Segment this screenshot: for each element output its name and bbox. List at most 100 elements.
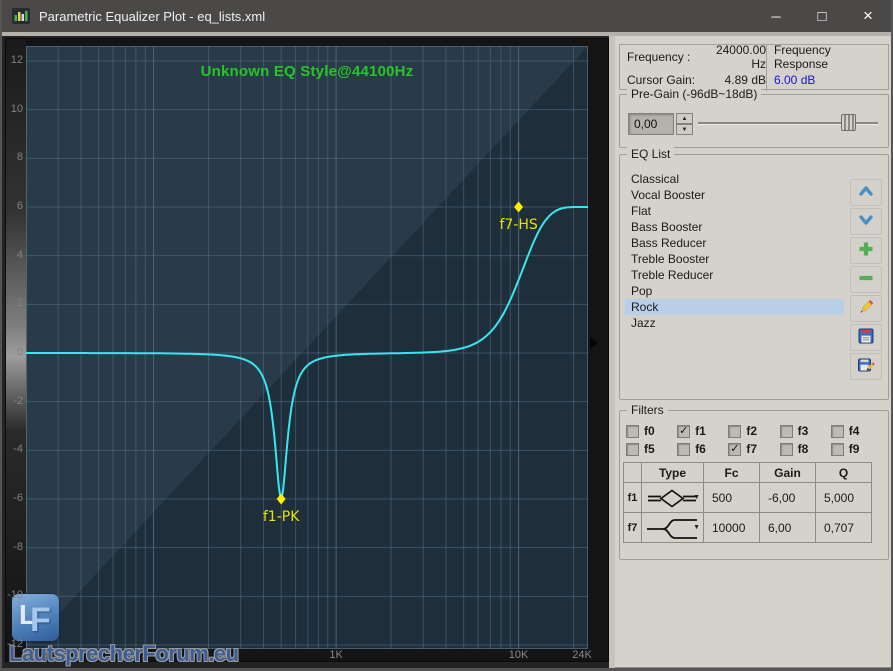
checkbox-f5[interactable]	[626, 443, 639, 456]
checkbox-label: f2	[746, 424, 757, 438]
filter-q-cell[interactable]: 5,000	[816, 483, 872, 513]
close-button[interactable]: ×	[845, 0, 891, 32]
checkbox-f7[interactable]: ✓	[728, 443, 741, 456]
filter-row-label: f1	[624, 483, 642, 513]
checkbox-label: f5	[644, 442, 655, 456]
y-axis-tick: 2	[6, 297, 23, 309]
table-header: Q	[816, 463, 872, 483]
filter-row: f1 ▼ 500-6,005,000	[624, 483, 872, 513]
checkbox-f0[interactable]	[626, 425, 639, 438]
frequency-label: Frequency :	[620, 50, 702, 64]
filter-gain-cell[interactable]: -6,00	[760, 483, 816, 513]
checkbox-f6[interactable]	[677, 443, 690, 456]
checkbox-f9[interactable]	[831, 443, 844, 456]
remove-button[interactable]	[850, 266, 882, 293]
eq-list-item[interactable]: Treble Reducer	[625, 267, 844, 283]
x-axis-tick: 1K	[329, 649, 342, 661]
filter-checkbox-item: f3	[780, 424, 831, 438]
title-bar: Parametric Equalizer Plot - eq_lists.xml…	[2, 0, 891, 32]
pre-gain-slider-thumb[interactable]	[841, 114, 856, 131]
add-button[interactable]	[850, 237, 882, 264]
response-label: Frequency Response	[766, 45, 888, 68]
floppy-edit-icon	[857, 356, 875, 377]
eq-list-item[interactable]: Jazz	[625, 315, 844, 331]
filters-group: Filters f0✓f1f2f3f4f5f6✓f7f8f9 TypeFcGai…	[619, 410, 889, 560]
y-axis-tick: 6	[6, 200, 23, 212]
pre-gain-slider[interactable]	[698, 122, 878, 124]
filter-checkbox-item: f2	[728, 424, 779, 438]
filter-checkbox-item: ✓ f7	[728, 442, 779, 456]
filter-fc-cell[interactable]: 10000	[704, 513, 760, 543]
eq-list-item[interactable]: Rock	[625, 299, 844, 315]
filter-marker[interactable]	[277, 494, 286, 505]
checkbox-f2[interactable]	[728, 425, 741, 438]
filter-q-cell[interactable]: 0,707	[816, 513, 872, 543]
filter-checkbox-item: f6	[677, 442, 728, 456]
filter-type-dropdown[interactable]: ▼	[642, 483, 704, 513]
pre-gain-spin-down-icon[interactable]: ▼	[676, 124, 693, 135]
filter-row-label: f7	[624, 513, 642, 543]
checkbox-label: f7	[746, 442, 757, 456]
app-window: Parametric Equalizer Plot - eq_lists.xml…	[0, 0, 893, 671]
cursor-gain-label: Cursor Gain:	[620, 73, 702, 87]
response-value: 6.00 dB	[766, 68, 888, 91]
pencil-icon	[857, 298, 875, 319]
filter-checkbox-item: f8	[780, 442, 831, 456]
eq-list-group: EQ List ClassicalVocal BoosterFlatBass B…	[619, 154, 889, 400]
checkbox-f1[interactable]: ✓	[677, 425, 690, 438]
filter-gain-cell[interactable]: 6,00	[760, 513, 816, 543]
filter-checkbox-item: f4	[831, 424, 882, 438]
filter-marker[interactable]	[514, 202, 523, 213]
chevron-down-icon	[857, 211, 875, 232]
eq-list-item[interactable]: Treble Booster	[625, 251, 844, 267]
y-axis-tick: -4	[6, 443, 23, 455]
plot-title: Unknown EQ Style@44100Hz	[26, 63, 588, 80]
plot-area[interactable]: f1-PK f7-HS Unknown EQ Style@44100Hz	[26, 46, 588, 649]
eq-list: ClassicalVocal BoosterFlatBass BoosterBa…	[625, 171, 844, 331]
save-button[interactable]	[850, 324, 882, 351]
save-as-button[interactable]	[850, 353, 882, 380]
table-header: Gain	[760, 463, 816, 483]
pre-gain-input[interactable]	[628, 113, 674, 135]
filter-checkbox-item: ✓ f1	[677, 424, 728, 438]
checkbox-label: f1	[695, 424, 706, 438]
eq-list-item[interactable]: Bass Reducer	[625, 235, 844, 251]
filter-type-dropdown[interactable]: ▼	[642, 513, 704, 543]
checkbox-f8[interactable]	[780, 443, 793, 456]
dropdown-arrow-icon: ▼	[693, 494, 700, 501]
y-axis-tick: 4	[6, 249, 23, 261]
eq-list-item[interactable]: Pop	[625, 283, 844, 299]
control-panel: Frequency : 24000.00 Hz Frequency Respon…	[615, 36, 892, 668]
x-axis-tick: 24K	[572, 649, 592, 661]
move-down-button[interactable]	[850, 208, 882, 235]
eq-list-item[interactable]: Classical	[625, 171, 844, 187]
table-header: Type	[642, 463, 704, 483]
filter-marker-label: f1-PK	[263, 509, 300, 525]
filter-fc-cell[interactable]: 500	[704, 483, 760, 513]
minimize-button[interactable]: ─	[753, 0, 799, 32]
eq-list-item[interactable]: Vocal Booster	[625, 187, 844, 203]
eq-list-item[interactable]: Bass Booster	[625, 219, 844, 235]
readout-box: Frequency : 24000.00 Hz Frequency Respon…	[619, 44, 889, 90]
x-axis-tick: 10K	[509, 649, 529, 661]
filter-marker-label: f7-HS	[499, 217, 537, 233]
y-axis-tick: 8	[6, 151, 23, 163]
y-axis-tick: -6	[6, 492, 23, 504]
checkbox-f4[interactable]	[831, 425, 844, 438]
eq-list-item[interactable]: Flat	[625, 203, 844, 219]
checkbox-f3[interactable]	[780, 425, 793, 438]
plus-icon	[857, 240, 875, 261]
chevron-up-icon	[857, 182, 875, 203]
maximize-button[interactable]: □	[799, 0, 845, 32]
y-axis-tick: -8	[6, 541, 23, 553]
app-icon	[12, 8, 30, 24]
rename-button[interactable]	[850, 295, 882, 322]
splitter-arrow-icon[interactable]	[590, 337, 598, 349]
pre-gain-group: Pre-Gain (-96dB~18dB) ▲ ▼	[619, 94, 889, 148]
y-axis-tick: -10	[6, 589, 23, 601]
filter-checkbox-item: f5	[626, 442, 677, 456]
eq-plot-widget: f1-PKf7-HS Unknown EQ Style@44100Hz L F …	[5, 38, 609, 662]
pre-gain-spin-up-icon[interactable]: ▲	[676, 113, 693, 124]
move-up-button[interactable]	[850, 179, 882, 206]
checkbox-label: f8	[798, 442, 809, 456]
